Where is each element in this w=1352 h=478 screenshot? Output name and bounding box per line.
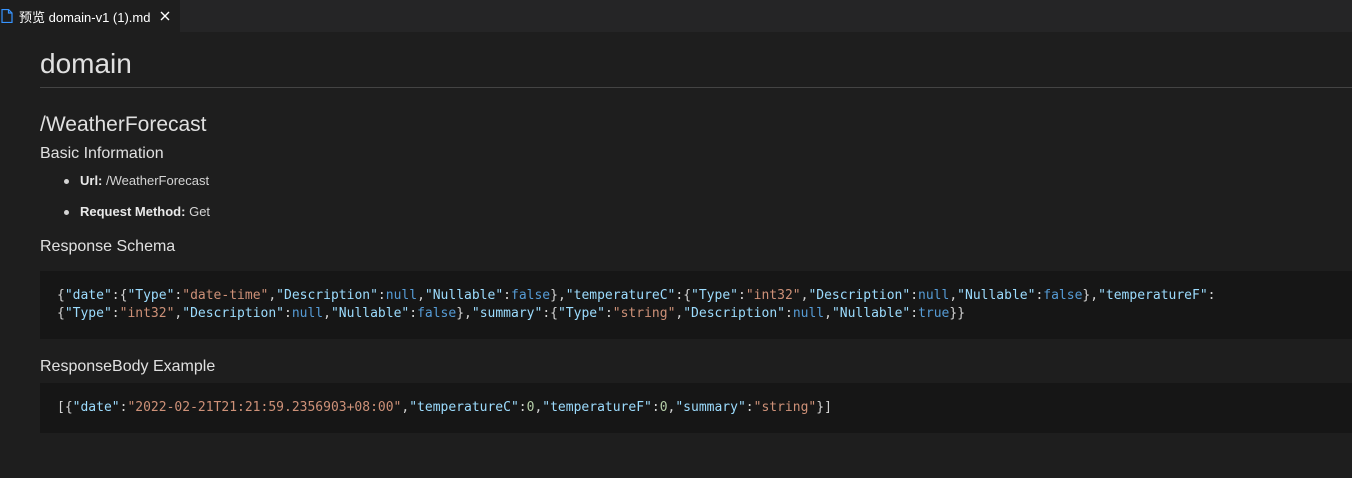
code-token: : (409, 306, 418, 321)
url-label: Url: (80, 173, 103, 188)
code-token: "temperatureC" (409, 400, 519, 415)
code-token: "summary" (675, 400, 746, 415)
code-token: "Nullable" (330, 306, 410, 321)
code-token: "Description" (276, 288, 378, 303)
code-token: :{ (542, 306, 558, 321)
preview-file-icon (1, 9, 13, 23)
code-token: : (604, 306, 613, 321)
url-value: /WeatherForecast (106, 173, 210, 188)
code-token: , (323, 306, 331, 321)
method-label: Request Method: (80, 204, 186, 219)
code-token: "Nullable" (831, 306, 911, 321)
list-item-method: Request Method: Get (40, 203, 1352, 221)
response-schema-code: {"date":{"Type":"date-time","Description… (40, 271, 1352, 339)
code-token: false (511, 288, 551, 303)
endpoint-heading: /WeatherForecast (40, 113, 207, 136)
response-schema-heading: Response Schema (40, 238, 176, 255)
code-token: "Description" (683, 306, 785, 321)
list-item-url: Url: /WeatherForecast (40, 172, 1352, 190)
code-token: :{ (111, 288, 128, 303)
code-token: false (417, 306, 457, 321)
code-line: {"Type":"int32","Description":null,"Null… (57, 306, 965, 321)
page-title: domain (40, 32, 1352, 88)
code-token: : (745, 400, 754, 415)
code-token: "2022-02-21T21:21:59.2356903+08:00" (127, 400, 402, 415)
code-token: null (918, 288, 950, 303)
code-token: : (518, 400, 527, 415)
code-token: "date" (72, 400, 120, 415)
code-token: "Nullable" (957, 288, 1036, 303)
code-token: , (417, 288, 425, 303)
editor-tab-bar: 预览 domain-v1 (1).md (0, 0, 1352, 32)
basic-info-list: Url: /WeatherForecast Request Method: Ge… (40, 172, 1352, 221)
code-token: "string" (753, 400, 817, 415)
code-token: : (1207, 288, 1216, 303)
bullet-icon (64, 179, 69, 184)
code-token: "Nullable" (424, 288, 504, 303)
code-token: "date-time" (182, 288, 269, 303)
code-token: : (910, 288, 919, 303)
code-token: : (738, 288, 746, 303)
code-token: : (111, 306, 120, 321)
code-token: "Type" (557, 306, 605, 321)
code-token: "temperatureF" (542, 400, 652, 415)
code-token: "int32" (745, 288, 801, 303)
code-token: [{ (57, 400, 73, 415)
code-token: "Type" (691, 288, 738, 303)
code-token: , (268, 288, 277, 303)
code-token: , (824, 306, 832, 321)
code-token: "Description" (808, 288, 911, 303)
bullet-icon (64, 210, 69, 215)
code-token: : (284, 306, 292, 321)
response-example-code: [{"date": "2022-02-21T21:21:59.2356903+08… (40, 383, 1352, 433)
code-token: "Type" (64, 306, 112, 321)
code-token: "int32" (119, 306, 175, 321)
markdown-preview: domain /WeatherForecast Basic Informatio… (40, 32, 1352, 433)
code-token: :{ (675, 288, 692, 303)
basic-info-heading: Basic Information (40, 145, 164, 162)
code-token: { (57, 288, 65, 303)
code-token: : (651, 400, 660, 415)
code-token: { (57, 306, 65, 321)
code-token: 0 (659, 400, 668, 415)
code-token: : (910, 306, 919, 321)
code-token: : (784, 306, 793, 321)
code-token: "date" (64, 288, 112, 303)
tab-preview-domain[interactable]: 预览 domain-v1 (1).md (0, 0, 180, 32)
code-token: "temperatureF" (1098, 288, 1208, 303)
code-token: "Type" (127, 288, 175, 303)
close-icon[interactable] (158, 9, 172, 23)
code-token: null (792, 306, 825, 321)
code-token: null (385, 288, 418, 303)
response-example-heading: ResponseBody Example (40, 358, 216, 375)
code-token: "temperatureC" (565, 288, 676, 303)
code-token: }, (1082, 288, 1099, 303)
code-token: , (949, 288, 958, 303)
code-line: [{"date": "2022-02-21T21:21:59.2356903+08… (57, 400, 832, 415)
code-token: "Description" (182, 306, 284, 321)
code-token: "string" (612, 306, 676, 321)
code-token: true (918, 306, 950, 321)
code-token: false (1043, 288, 1083, 303)
code-token: }, (456, 306, 472, 321)
code-token: : (377, 288, 386, 303)
method-value: Get (189, 204, 211, 219)
code-token: }] (816, 400, 832, 415)
code-token: null (291, 306, 324, 321)
tab-label: 预览 domain-v1 (1).md (19, 9, 151, 25)
code-token: }, (550, 288, 566, 303)
code-line: {"date":{"Type":"date-time","Description… (57, 288, 1215, 303)
code-token: : (503, 288, 511, 303)
code-token: "summary" (471, 306, 543, 321)
code-token: }} (949, 306, 966, 321)
